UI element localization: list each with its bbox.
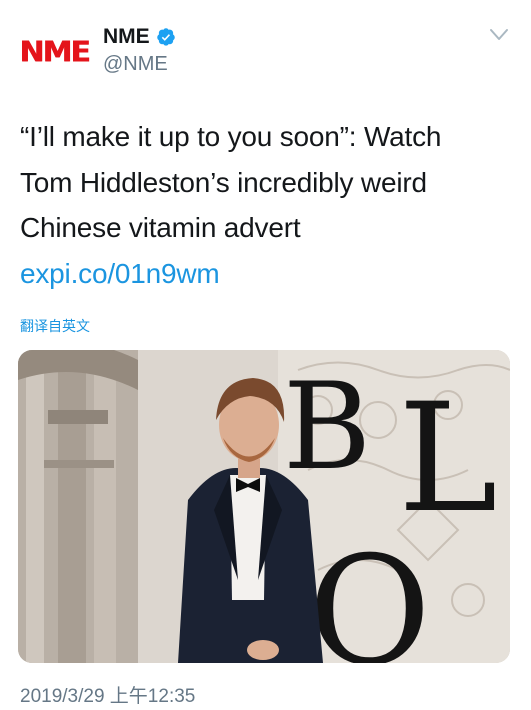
tweet-header: NME NME @NME: [0, 0, 531, 90]
avatar-logo: NME: [19, 35, 90, 69]
avatar[interactable]: NME: [18, 22, 90, 82]
chevron-down-icon[interactable]: [489, 28, 509, 42]
tweet-body: “I’ll make it up to you soon”: Watch Tom…: [20, 121, 442, 243]
tweet-text: “I’ll make it up to you soon”: Watch Tom…: [20, 114, 500, 296]
translate-link[interactable]: 翻译自英文: [20, 316, 90, 336]
verified-badge-icon: [156, 28, 175, 46]
svg-text:L: L: [398, 372, 498, 546]
timestamp[interactable]: 2019/3/29 上午12:35: [20, 681, 195, 708]
tweet-card: NME NME @NME “I’ll make it up to you soo…: [0, 0, 531, 710]
tweet-link[interactable]: expi.co/01n9wm: [20, 258, 220, 289]
display-name[interactable]: NME: [103, 25, 150, 49]
handle[interactable]: @NME: [103, 53, 168, 76]
svg-text:B: B: [283, 358, 371, 497]
photo-illustration: B L O: [18, 350, 510, 663]
tweet-photo[interactable]: B L O: [18, 350, 510, 663]
name-row: NME: [103, 25, 176, 49]
svg-text:O: O: [308, 525, 431, 663]
